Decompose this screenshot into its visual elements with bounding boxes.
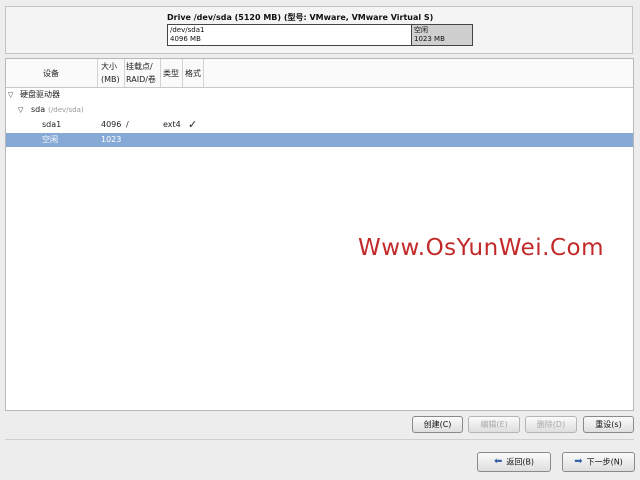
row-device-path: (/dev/sda) — [48, 106, 84, 114]
next-button-label: 下一步(N) — [586, 457, 623, 467]
row-device: 空闲 — [42, 135, 58, 144]
drive-segment-free[interactable]: 空闲 1023 MB — [412, 25, 472, 45]
drive-title: Drive /dev/sda (5120 MB) (型号: VMware, VM… — [167, 13, 434, 22]
watermark-text: Www.OsYunWei.Com — [358, 235, 604, 261]
table-row-free[interactable]: 空闲 1023 — [6, 133, 633, 147]
row-device: 硬盘驱动器 — [20, 90, 60, 99]
table-row-hard-drives[interactable]: ▽ 硬盘驱动器 — [6, 88, 633, 102]
arrow-right-icon: ➡ — [574, 456, 583, 467]
reset-button[interactable]: 重设(s) — [583, 416, 634, 433]
segment-size: 4096 MB — [170, 35, 201, 43]
column-mount[interactable]: 挂载点/ RAID/卷 — [125, 59, 161, 87]
drive-panel: Drive /dev/sda (5120 MB) (型号: VMware, VM… — [5, 6, 633, 54]
table-row-sda1[interactable]: sda1 4096 / ext4 ✓ — [6, 118, 633, 132]
segment-name: /dev/sda1 — [170, 26, 205, 34]
column-format[interactable]: 格式 — [183, 59, 204, 87]
column-size[interactable]: 大小 (MB) — [98, 59, 125, 87]
edit-button[interactable]: 编辑(E) — [468, 416, 520, 433]
table-row-sda[interactable]: ▽ sda (/dev/sda) — [6, 103, 633, 117]
row-size: 4096 — [101, 120, 122, 129]
column-size-label-1: 大小 — [101, 62, 117, 71]
create-button[interactable]: 创建(C) — [412, 416, 463, 433]
table-header: 设备 大小 (MB) 挂载点/ RAID/卷 类型 格式 — [6, 59, 633, 88]
row-device: sda1 — [42, 120, 62, 129]
back-button[interactable]: ⬅ 返回(B) — [477, 452, 551, 472]
column-mount-label-1: 挂载点/ — [126, 62, 153, 71]
next-button[interactable]: ➡ 下一步(N) — [562, 452, 635, 472]
column-mount-label-2: RAID/卷 — [126, 75, 156, 84]
column-type[interactable]: 类型 — [161, 59, 183, 87]
column-device[interactable]: 设备 — [6, 59, 98, 87]
column-format-label: 格式 — [185, 69, 201, 78]
column-device-label: 设备 — [43, 69, 59, 78]
row-mount: / — [126, 120, 129, 129]
collapse-triangle-icon[interactable]: ▽ — [18, 103, 23, 117]
collapse-triangle-icon[interactable]: ▽ — [8, 88, 13, 102]
row-size: 1023 — [101, 135, 122, 144]
column-type-label: 类型 — [163, 69, 179, 78]
row-device: sda — [31, 105, 46, 114]
drive-segment-sda1[interactable]: /dev/sda1 4096 MB — [168, 25, 412, 45]
segment-name: 空闲 — [414, 26, 428, 34]
delete-button[interactable]: 删除(D) — [525, 416, 577, 433]
arrow-left-icon: ⬅ — [493, 456, 503, 467]
back-button-label: 返回(B) — [506, 457, 535, 467]
column-size-label-2: (MB) — [101, 75, 120, 84]
format-check-icon: ✓ — [188, 118, 198, 131]
row-type: ext4 — [163, 120, 181, 129]
separator — [5, 439, 634, 440]
drive-partition-bar: /dev/sda1 4096 MB 空闲 1023 MB — [167, 24, 473, 46]
segment-size: 1023 MB — [414, 35, 445, 43]
